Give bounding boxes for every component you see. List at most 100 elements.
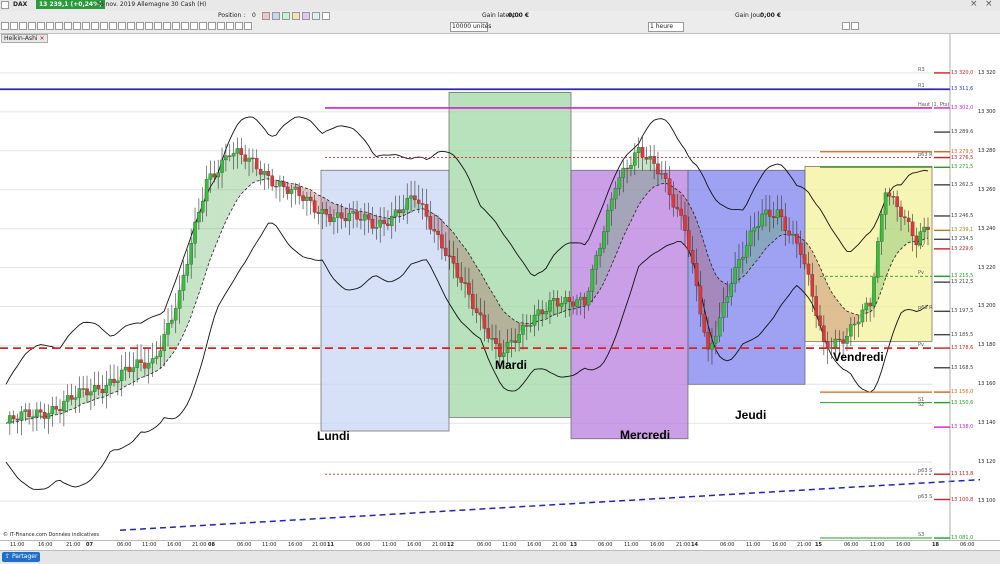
tool-icon[interactable] <box>262 12 270 20</box>
undo-icon[interactable] <box>217 22 225 30</box>
timeframe-select[interactable]: 1 heure <box>648 22 684 32</box>
x-tick-label: 11:00 <box>142 542 157 548</box>
hline-tool-icon[interactable] <box>28 22 36 30</box>
lock-icon[interactable] <box>118 22 126 30</box>
y-tick-label: 13 320 <box>978 69 996 76</box>
y-tick-label: 13 240 <box>978 225 996 232</box>
tool-icon[interactable] <box>292 12 300 20</box>
price-tag-label: 13 289,6 <box>951 129 974 136</box>
x-tick-label: 11:00 <box>870 542 885 548</box>
window-title: 16 nov. 2019 Allemagne 30 Cash (H) <box>96 1 207 8</box>
price-tag-label: 13 302,0 <box>951 104 974 111</box>
indicator-icon[interactable] <box>145 22 153 30</box>
x-tick-label: 11:00 <box>10 542 25 548</box>
y-tick-label: 13 280 <box>978 147 996 154</box>
camera-icon[interactable] <box>181 22 189 30</box>
share-icon: ⇪ <box>5 553 12 560</box>
save-icon[interactable] <box>244 22 252 30</box>
price-tag-label: 13 113,8 <box>951 471 974 478</box>
zoom-in-icon[interactable] <box>82 22 90 30</box>
level-tag: p63 R <box>918 305 933 312</box>
arrow-tool-icon[interactable] <box>73 22 81 30</box>
print-icon[interactable] <box>172 22 180 30</box>
close-icon[interactable]: × <box>985 0 993 9</box>
fibonacci-tool-icon[interactable] <box>46 22 54 30</box>
units-value: 10000 unités <box>452 23 492 30</box>
level-tag: Pv <box>918 270 924 277</box>
cursor-icon[interactable] <box>1 22 9 30</box>
share-button[interactable]: ⇪ Partager <box>2 552 41 562</box>
tool-icon[interactable] <box>282 12 290 20</box>
text-tool-icon[interactable] <box>55 22 63 30</box>
tool-icon[interactable] <box>272 12 280 20</box>
y-tick-label: 13 120 <box>978 459 996 466</box>
zoom-out-icon[interactable] <box>91 22 99 30</box>
level-tag: p63 S <box>918 468 933 475</box>
x-tick-label: 06:00 <box>720 542 735 548</box>
x-tick-label: 21:00 <box>192 542 207 548</box>
y-tick-label: 13 100 <box>978 498 996 505</box>
price-tag-label: 13 239,1 <box>951 227 974 234</box>
magnet-icon[interactable] <box>100 22 108 30</box>
position-label: Position : <box>218 12 246 19</box>
day-label: Lundi <box>317 429 350 443</box>
price-tag-label: 13 234,5 <box>951 236 974 243</box>
x-tick-label: 06:00 <box>598 542 613 548</box>
day-label: Mercredi <box>620 428 671 442</box>
crosshair-icon[interactable] <box>10 22 18 30</box>
status-bar: ⇪ Partager <box>0 550 1000 564</box>
redo-icon[interactable] <box>226 22 234 30</box>
x-tick-label: 12 <box>447 542 454 548</box>
share-button-label: Partager <box>11 553 38 560</box>
close-icon[interactable]: × <box>970 0 978 9</box>
level-tag: Pv <box>918 242 924 249</box>
layout-icon[interactable] <box>842 22 850 30</box>
day-label: Vendredi <box>833 350 884 364</box>
alert-icon[interactable] <box>163 22 171 30</box>
x-tick-label: 21:00 <box>432 542 447 548</box>
layout-icon[interactable] <box>851 22 859 30</box>
settings-icon[interactable] <box>190 22 198 30</box>
grid-icon[interactable] <box>208 22 216 30</box>
template-icon[interactable] <box>154 22 162 30</box>
level-tag: Pv <box>918 342 924 349</box>
menu-icon[interactable] <box>1 1 9 9</box>
rectangle-tool-icon[interactable] <box>37 22 45 30</box>
tool-icon[interactable] <box>312 12 320 20</box>
x-tick-label: 11:00 <box>262 542 277 548</box>
timeframe-value: 1 heure <box>650 23 674 30</box>
price-badge: 13 239,1 (+0,24%) <box>36 0 105 9</box>
price-tag-label: 13 320,0 <box>951 69 974 76</box>
layers-icon[interactable] <box>136 22 144 30</box>
level-tag: S2 <box>918 401 925 408</box>
x-tick-label: 18 <box>932 542 939 548</box>
price-tag-label: 13 138,0 <box>951 424 974 431</box>
price-tag-label: 13 197,5 <box>951 308 974 315</box>
chart-type-icon[interactable] <box>199 22 207 30</box>
x-tick-label: 08 <box>208 542 215 548</box>
price-tag-label: 13 262,5 <box>951 181 974 188</box>
units-select[interactable]: 10000 unités <box>450 22 492 32</box>
price-tag-label: 13 311,6 <box>951 86 974 93</box>
x-tick-label: 15 <box>815 542 822 548</box>
channel-tool-icon[interactable] <box>64 22 72 30</box>
delete-icon[interactable] <box>235 22 243 30</box>
tool-icon[interactable] <box>322 12 330 20</box>
x-tick-label: 06:00 <box>356 542 371 548</box>
y-tick-label: 13 140 <box>978 420 996 427</box>
x-tick-label: 16:00 <box>650 542 665 548</box>
eraser-icon[interactable] <box>109 22 117 30</box>
day-label: Jeudi <box>735 408 767 422</box>
eye-icon[interactable] <box>127 22 135 30</box>
price-tag-label: 13 185,5 <box>951 331 974 338</box>
x-tick-label: 14 <box>691 542 698 548</box>
price-tag-label: 13 150,6 <box>951 399 974 406</box>
y-tick-label: 13 180 <box>978 342 996 349</box>
x-tick-label: 13 <box>570 542 577 548</box>
tool-icon[interactable] <box>302 12 310 20</box>
x-tick-label: 11:00 <box>624 542 639 548</box>
day-label: Mardi <box>495 358 528 372</box>
chart-area[interactable]: Heikin-Ashi × Lundi Mardi Mercredi Jeudi Ven… <box>0 34 1000 541</box>
x-tick-label: 16:00 <box>896 542 911 548</box>
line-tool-icon[interactable] <box>19 22 27 30</box>
